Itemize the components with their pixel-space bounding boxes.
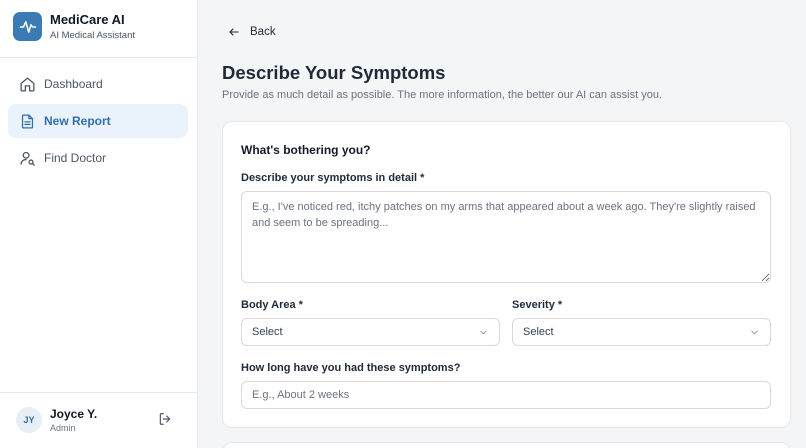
next-card [222,442,791,448]
user-search-icon [18,149,36,167]
nav-label: New Report [44,114,111,128]
nav-label: Dashboard [44,77,103,91]
logout-icon[interactable] [158,412,174,428]
nav-label: Find Doctor [44,151,107,165]
back-label: Back [250,26,276,38]
back-button[interactable]: Back [228,26,276,38]
user-profile: JY Joyce Y. Admin [0,392,197,448]
sidebar: MediCare AI AI Medical Assistant Dashboa… [0,0,198,448]
page-title: Describe Your Symptoms [222,62,446,83]
duration-label: How long have you had these symptoms? [241,362,461,374]
brand-name: MediCare AI [50,12,125,27]
document-icon [18,112,36,130]
chevron-down-icon [480,330,487,334]
user-name: Joyce Y. [50,407,98,421]
arrow-left-icon [229,28,239,36]
nav-item-find-doctor[interactable]: Find Doctor [8,141,188,175]
symptoms-label: Describe your symptoms in detail * [241,172,425,184]
chevron-down-icon [751,330,758,334]
avatar[interactable]: JY [16,407,42,433]
body-area-select[interactable]: Select [241,318,500,346]
symptoms-textarea[interactable] [241,191,771,283]
severity-label: Severity * [512,299,563,311]
user-role: Admin [50,423,76,433]
heartbeat-icon [13,12,42,41]
brand-header: MediCare AI AI Medical Assistant [0,0,197,58]
nav-item-new-report[interactable]: New Report [8,104,188,138]
body-area-value: Select [252,326,283,338]
severity-select[interactable]: Select [512,318,771,346]
body-area-label: Body Area * [241,299,303,311]
section-title: What's bothering you? [241,143,371,157]
nav-item-dashboard[interactable]: Dashboard [8,67,188,101]
page-subtitle: Provide as much detail as possible. The … [222,89,663,101]
brand-subtitle: AI Medical Assistant [50,30,136,41]
severity-value: Select [523,326,554,338]
home-icon [18,75,36,93]
duration-input[interactable] [241,381,771,409]
